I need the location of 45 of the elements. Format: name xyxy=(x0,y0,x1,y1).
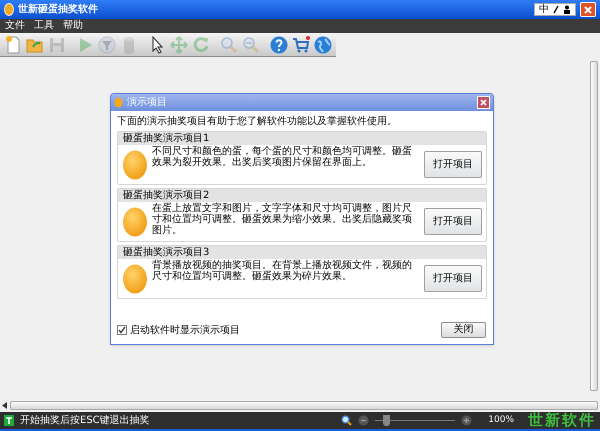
window-title: 世新砸蛋抽奖软件 xyxy=(18,2,98,17)
checkbox-label: 启动软件时显示演示项目 xyxy=(130,324,240,338)
close-icon xyxy=(584,6,592,14)
menu-item[interactable]: 工具 xyxy=(34,21,54,31)
slider-thumb[interactable] xyxy=(382,414,390,426)
zoom-level: 100% xyxy=(488,414,514,427)
person-icon xyxy=(563,5,571,14)
close-icon xyxy=(480,99,487,106)
left-arrow-icon xyxy=(2,402,7,409)
language-bar[interactable]: 中 xyxy=(534,3,576,16)
intro-text: 下面的演示抽奖项目有助于您了解软件功能以及掌握软件使用。 xyxy=(117,116,398,128)
zoom-slider[interactable] xyxy=(375,414,456,426)
project-title: 砸蛋抽奖演示项目2 xyxy=(118,189,486,202)
ime-label: 中 xyxy=(539,4,549,14)
zoom-in-icon[interactable] xyxy=(461,415,472,426)
open-project-button[interactable]: 打开项目 xyxy=(424,151,482,178)
project-title: 砸蛋抽奖演示项目3 xyxy=(118,246,486,259)
globe-icon[interactable] xyxy=(313,34,333,54)
open-project-button[interactable]: 打开项目 xyxy=(424,208,482,235)
open-project-button[interactable]: 打开项目 xyxy=(424,265,482,292)
menu-item[interactable]: 帮助 xyxy=(63,21,83,31)
close-dialog-button[interactable]: 关闭 xyxy=(441,322,486,338)
egg-icon xyxy=(114,97,123,108)
close-button[interactable] xyxy=(477,96,490,109)
status-message: 开始抽奖后按ESC键退出抽奖 xyxy=(20,414,150,428)
logo-text: 世新软件 xyxy=(528,410,596,431)
cart-icon[interactable] xyxy=(291,34,311,54)
egg-icon xyxy=(4,3,14,16)
t-icon xyxy=(4,415,14,426)
dialog-title: 演示项目 xyxy=(127,98,167,108)
horizontal-scrollbar[interactable] xyxy=(0,399,600,412)
pen-icon xyxy=(553,5,559,14)
close-button[interactable] xyxy=(580,2,596,17)
help-icon[interactable] xyxy=(269,34,289,54)
project-description: 不同尺寸和颜色的蛋，每个蛋的尺寸和颜色均可调整。砸蛋效果为裂开效果。出奖后奖项图片保留在界面上。 xyxy=(152,145,413,168)
project-description: 在蛋上放置文字和图片，文字字体和尺寸均可调整，图片尺寸和位置均可调整。砸蛋效果为缩小效果。出奖后隐藏奖项图片。 xyxy=(152,202,413,236)
egg-icon xyxy=(122,150,148,180)
checkbox[interactable] xyxy=(117,325,127,335)
egg-icon xyxy=(122,206,148,236)
menu-item[interactable]: 文件 xyxy=(5,21,25,31)
zoom-out-icon[interactable] xyxy=(358,415,370,426)
project-description: 背景播放视频的抽奖项目。在背景上播放视频文件，视频的尺寸和位置均可调整。砸蛋效果为碎片效果。 xyxy=(152,259,413,282)
egg-icon xyxy=(122,264,148,294)
project-title: 砸蛋抽奖演示项目1 xyxy=(118,132,486,145)
search-icon xyxy=(341,415,352,426)
